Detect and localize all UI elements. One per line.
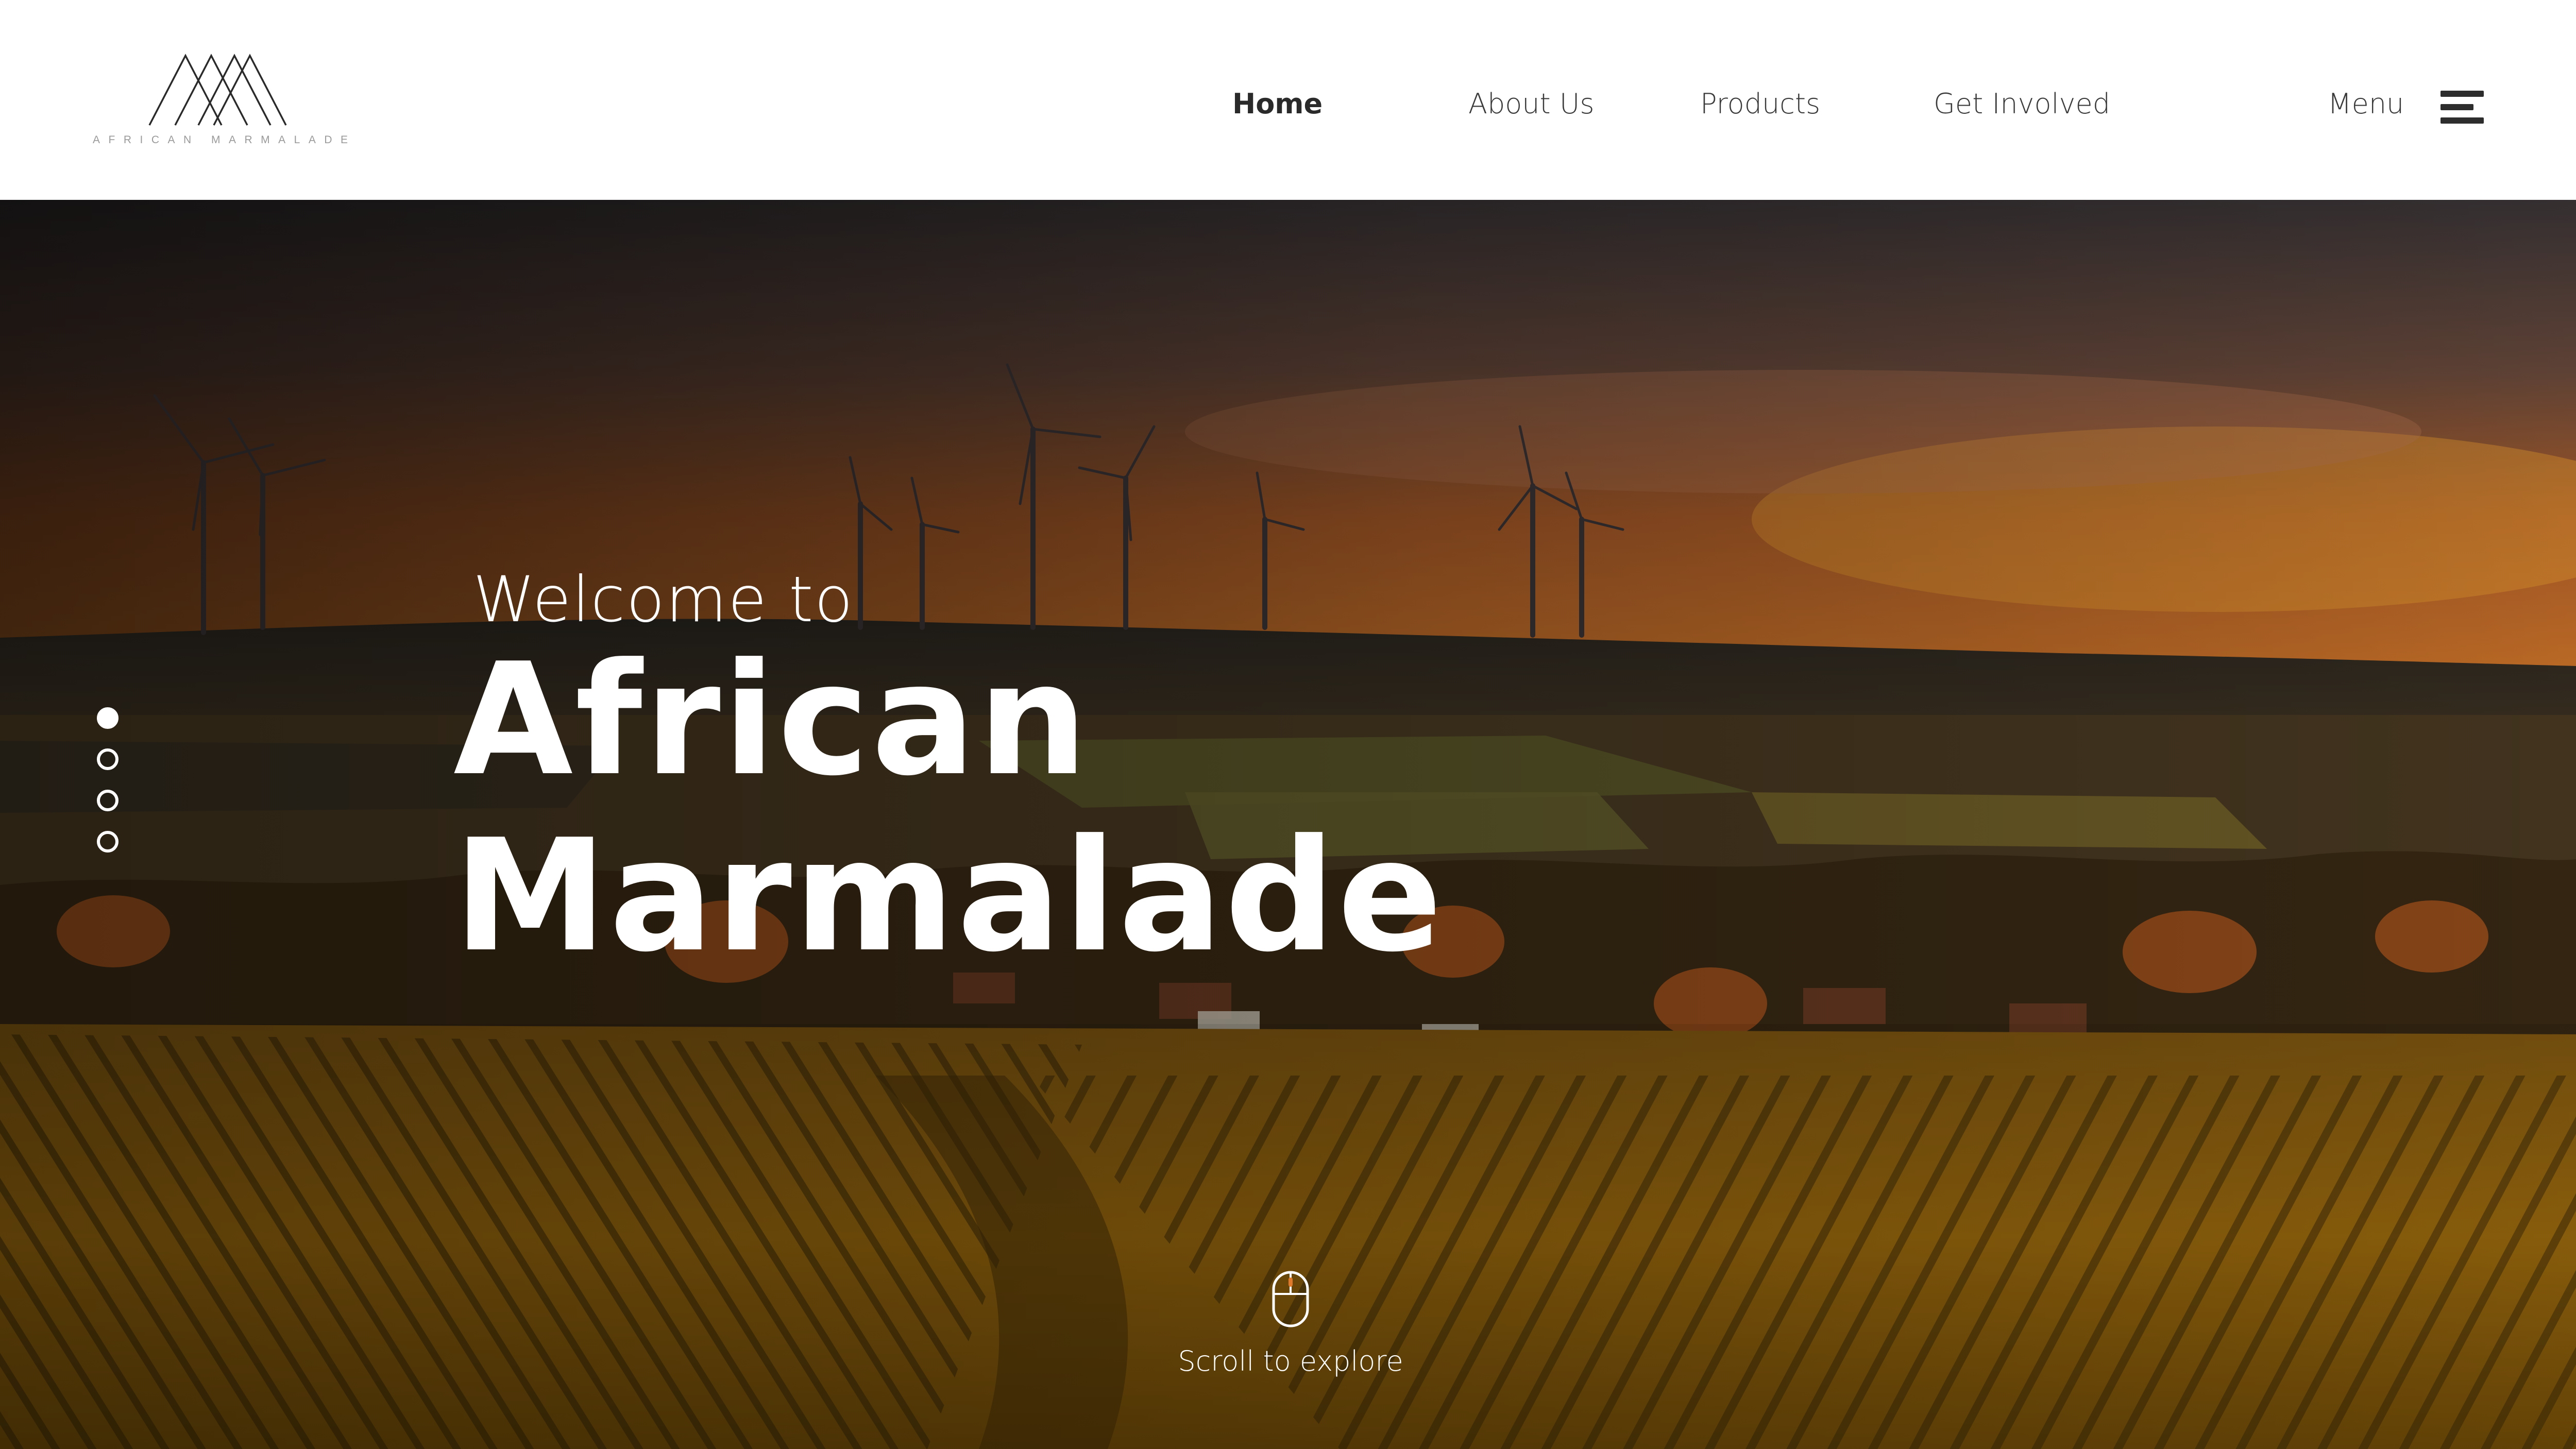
hero-title-line2: Marmalade [453, 806, 1445, 986]
slide-dot-4[interactable] [97, 831, 118, 853]
hero-title-line1: African [453, 630, 1090, 810]
hero-welcome-text: Welcome to [473, 563, 854, 636]
logo-text: AFRICAN MARMALADE [93, 134, 357, 146]
slide-dot-3[interactable] [97, 790, 118, 811]
slide-indicators [97, 707, 120, 853]
hamburger-icon [2441, 91, 2484, 125]
slide-dot-1[interactable] [97, 707, 118, 729]
nav-products[interactable]: Products [1700, 88, 1820, 129]
nav-get-involved[interactable]: Get Involved [1934, 88, 2110, 129]
menu-label: Menu [2328, 88, 2404, 120]
page: AFRICAN MARMALADE Home About Us Products… [0, 0, 2576, 1449]
hero-section: Welcome to African Marmalade Scroll to e… [0, 200, 2576, 1449]
scroll-to-explore[interactable]: Scroll to explore [1133, 1270, 1448, 1394]
nav-about-us[interactable]: About Us [1468, 88, 1594, 129]
menu-button[interactable]: Menu [2328, 82, 2487, 134]
site-header: AFRICAN MARMALADE Home About Us Products… [0, 0, 2576, 200]
nav-home[interactable]: Home [1232, 88, 1323, 129]
slide-dot-2[interactable] [97, 748, 118, 770]
mouse-scroll-icon [1272, 1271, 1309, 1327]
site-logo[interactable]: AFRICAN MARMALADE [93, 50, 357, 154]
mountain-logo-icon [148, 54, 287, 126]
scroll-label: Scroll to explore [1178, 1345, 1403, 1377]
